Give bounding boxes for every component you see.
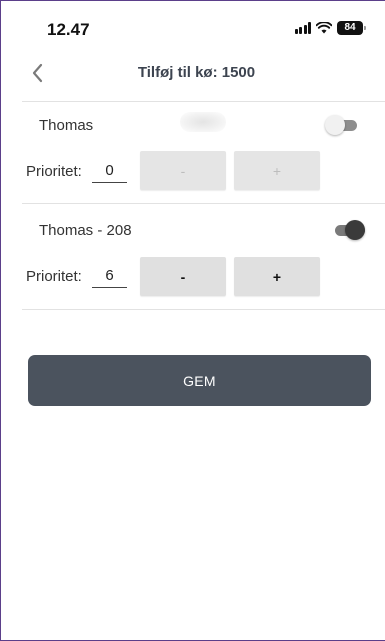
priority-decrease-button[interactable]: - bbox=[140, 257, 226, 296]
redacted-blur bbox=[180, 112, 226, 132]
row-divider bbox=[22, 203, 385, 204]
priority-decrease-button[interactable]: - bbox=[140, 151, 226, 190]
priority-input[interactable]: 0 bbox=[92, 162, 127, 183]
save-button[interactable]: GEM bbox=[28, 355, 371, 406]
page-title: Tilføj til kø: 1500 bbox=[137, 64, 256, 81]
toggle-knob bbox=[345, 220, 365, 240]
header-divider bbox=[22, 101, 385, 102]
priority-input[interactable]: 6 bbox=[92, 267, 127, 288]
battery-icon: 84 bbox=[337, 21, 366, 35]
priority-label: Prioritet: bbox=[26, 268, 82, 285]
priority-label: Prioritet: bbox=[26, 163, 82, 180]
toggle-knob bbox=[325, 115, 345, 135]
member-enabled-toggle[interactable] bbox=[325, 115, 357, 135]
priority-increase-button[interactable]: + bbox=[234, 151, 320, 190]
member-enabled-toggle[interactable] bbox=[333, 220, 365, 240]
signal-icon bbox=[294, 22, 311, 34]
header: Tilføj til kø: 1500 bbox=[0, 52, 385, 100]
queue-member-name: Thomas bbox=[39, 117, 94, 134]
wifi-icon bbox=[316, 22, 332, 34]
priority-increase-button[interactable]: + bbox=[234, 257, 320, 296]
status-icons: 84 bbox=[294, 21, 366, 35]
status-bar: 12.47 84 bbox=[0, 0, 385, 50]
queue-member-name: Thomas - 208 bbox=[39, 222, 132, 239]
status-time: 12.47 bbox=[47, 20, 90, 39]
row-divider bbox=[22, 309, 385, 310]
